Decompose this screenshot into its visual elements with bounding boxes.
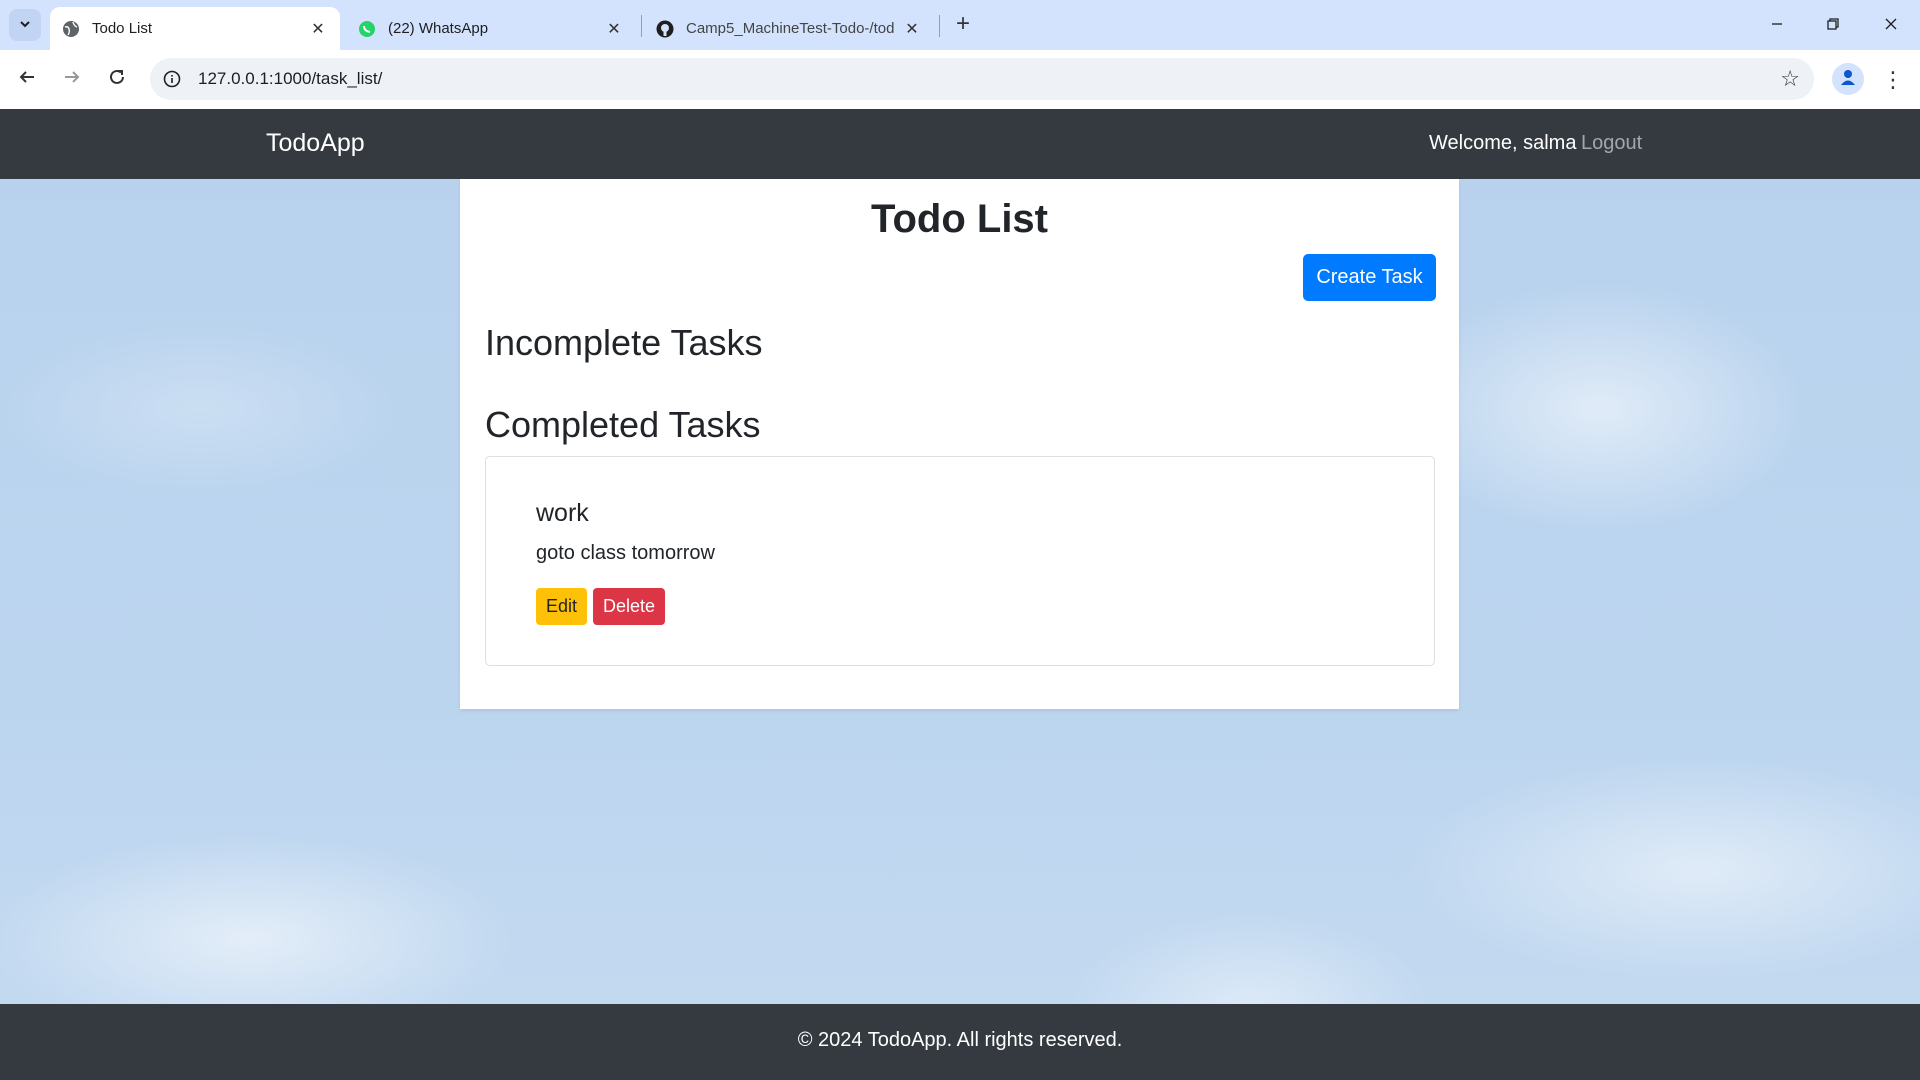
- globe-icon: [62, 20, 80, 38]
- completed-tasks-heading: Completed Tasks: [485, 404, 761, 445]
- plus-icon: +: [955, 10, 970, 37]
- close-window-button[interactable]: [1868, 8, 1914, 42]
- footer-copyright: © 2024 TodoApp. All rights reserved.: [797, 1029, 1123, 1051]
- tab-github[interactable]: Camp5_MachineTest-Todo-/tod ✕: [644, 7, 934, 50]
- main-container: Todo List Create Task Incomplete Tasks C…: [460, 179, 1459, 709]
- task-card: work goto class tomorrow Edit Delete: [485, 456, 1435, 666]
- minimize-button[interactable]: [1754, 8, 1800, 42]
- reload-icon: [108, 68, 126, 92]
- close-icon[interactable]: ✕: [308, 19, 328, 39]
- browser-tabstrip: Todo List ✕ (22) WhatsApp ✕ Camp5_Machin…: [0, 0, 1920, 50]
- tab-title: Todo List: [92, 20, 153, 37]
- site-info-icon[interactable]: [160, 67, 184, 91]
- browser-menu-button[interactable]: ⋮: [1878, 63, 1908, 97]
- new-tab-button[interactable]: +: [948, 10, 978, 40]
- forward-button[interactable]: [55, 63, 89, 97]
- whatsapp-icon: [358, 20, 376, 38]
- restore-icon: [1826, 15, 1840, 36]
- tab-separator: [939, 15, 940, 37]
- tab-todo-list[interactable]: Todo List ✕: [50, 7, 340, 50]
- tab-separator: [641, 15, 642, 37]
- task-title: work: [536, 499, 589, 527]
- browser-toolbar: 127.0.0.1:1000/task_list/ ☆ ⋮: [0, 50, 1920, 109]
- site-footer: © 2024 TodoApp. All rights reserved.: [0, 1004, 1920, 1080]
- github-icon: [656, 20, 674, 38]
- more-vert-icon: ⋮: [1882, 67, 1904, 92]
- close-icon[interactable]: ✕: [902, 19, 922, 39]
- minimize-icon: [1770, 15, 1784, 36]
- site-navbar: TodoApp Welcome, salma Logout: [0, 109, 1920, 179]
- tab-whatsapp[interactable]: (22) WhatsApp ✕: [346, 7, 636, 50]
- back-button[interactable]: [10, 63, 44, 97]
- url-text[interactable]: 127.0.0.1:1000/task_list/: [198, 69, 382, 89]
- profile-button[interactable]: [1832, 63, 1864, 95]
- delete-task-button[interactable]: Delete: [593, 588, 665, 625]
- restore-button[interactable]: [1810, 8, 1856, 42]
- address-bar[interactable]: 127.0.0.1:1000/task_list/ ☆: [150, 58, 1814, 100]
- close-icon[interactable]: ✕: [604, 19, 624, 39]
- page-viewport: TodoApp Welcome, salma Logout Todo List …: [0, 109, 1920, 1080]
- arrow-right-icon: [63, 68, 81, 92]
- logout-link[interactable]: Logout: [1581, 132, 1642, 155]
- bookmark-star-icon[interactable]: ☆: [1780, 66, 1800, 92]
- user-icon: [1838, 67, 1858, 92]
- brand-link[interactable]: TodoApp: [266, 129, 365, 158]
- create-task-button[interactable]: Create Task: [1303, 254, 1436, 301]
- incomplete-tasks-heading: Incomplete Tasks: [485, 322, 763, 363]
- arrow-left-icon: [18, 68, 36, 92]
- task-description: goto class tomorrow: [536, 542, 715, 564]
- reload-button[interactable]: [100, 63, 134, 97]
- chevron-down-icon: [18, 17, 32, 34]
- tab-title: Camp5_MachineTest-Todo-/tod: [686, 20, 895, 37]
- page-title: Todo List: [871, 197, 1048, 241]
- tab-title: (22) WhatsApp: [388, 20, 489, 37]
- welcome-text: Welcome, salma: [1429, 132, 1577, 154]
- close-icon: [1884, 15, 1898, 36]
- tab-search-button[interactable]: [9, 9, 41, 41]
- edit-task-button[interactable]: Edit: [536, 588, 587, 625]
